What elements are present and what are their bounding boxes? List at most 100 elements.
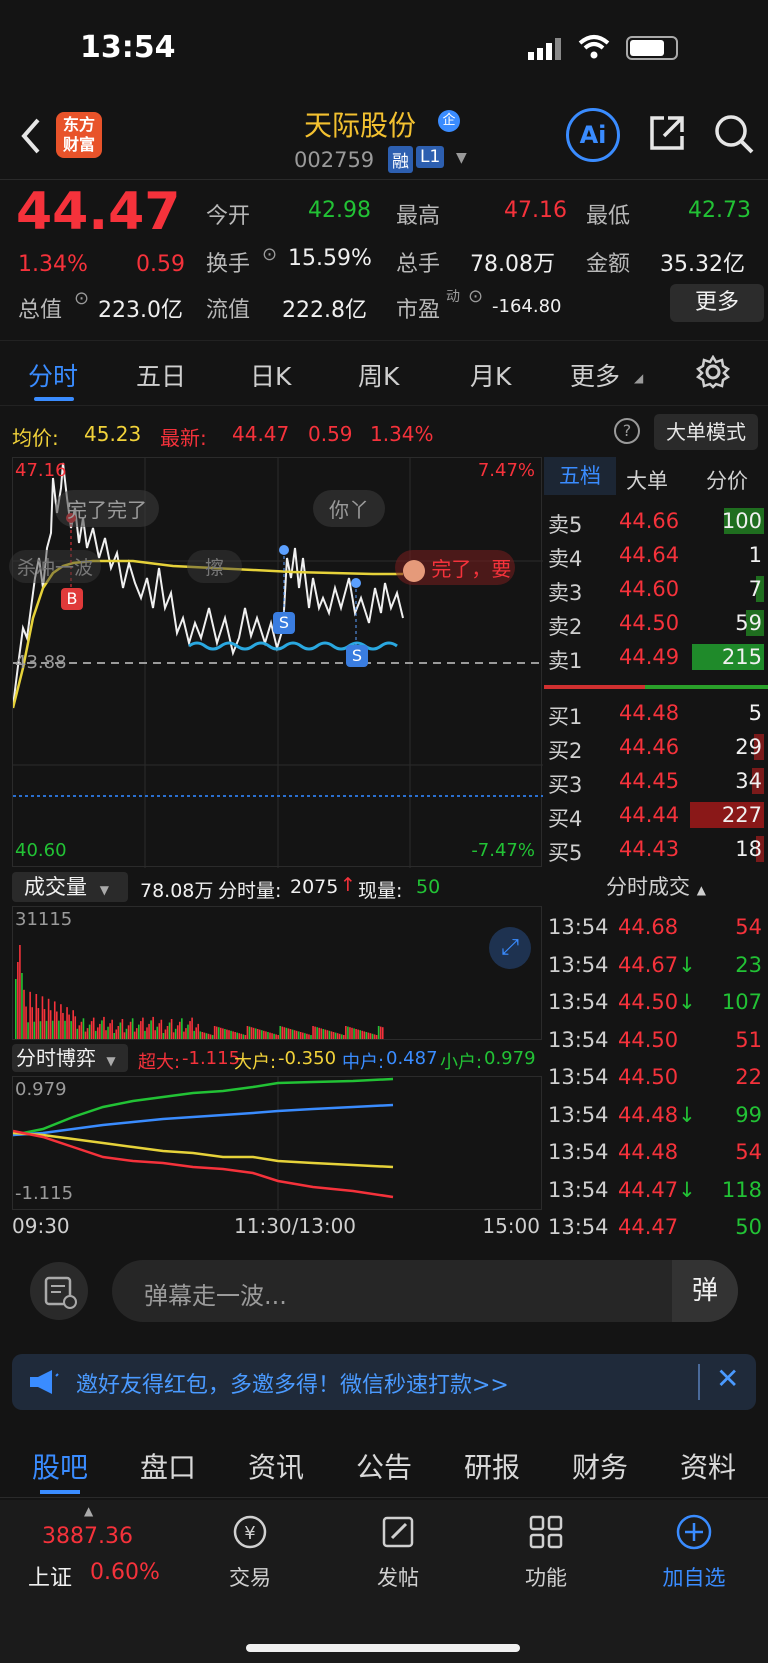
info-dots-icon[interactable]: ⊙ (74, 288, 89, 309)
index-pct[interactable]: 0.60% (90, 1560, 160, 1585)
bid-row: 买2 44.46 29 (544, 731, 768, 765)
tick-time: 13:54 (548, 915, 609, 939)
volume-indicator-select[interactable]: 成交量 ▼ (12, 872, 128, 902)
chart-tabs: 分时 五日 日K 周K 月K 更多 ◢ (0, 340, 768, 406)
intraday-chart[interactable]: B S S 47.16 7.47% 43.88 40.60 -7.47% 完了完… (9, 457, 543, 868)
volume-bar (103, 1016, 105, 1039)
avg-label: 均价: (12, 426, 59, 450)
tab-finance[interactable]: 财务 (572, 1446, 628, 1486)
fullscreen-expand-icon[interactable]: ⤢ (489, 927, 531, 969)
function-button[interactable]: 功能 (486, 1510, 606, 1592)
promo-banner[interactable]: 邀好友得红包，多邀多得！微信秒速打款>> ✕ (12, 1354, 756, 1410)
tab-research[interactable]: 研报 (464, 1446, 520, 1486)
last-label: 最新: (160, 426, 207, 450)
search-icon[interactable] (712, 112, 756, 160)
volume-bar (150, 1020, 152, 1039)
volume-bar (199, 1031, 202, 1039)
tab-news[interactable]: 资讯 (248, 1446, 304, 1486)
tab-handicap[interactable]: 盘口 (140, 1446, 196, 1486)
index-name[interactable]: 上证 (28, 1560, 72, 1592)
more-button[interactable]: 更多 (670, 284, 764, 322)
volume-bar (70, 1021, 72, 1039)
danmaku-input[interactable]: 弹幕走一波... 弹 (112, 1260, 738, 1322)
post-button[interactable]: 发帖 (338, 1510, 458, 1592)
volume-bar (197, 1023, 200, 1039)
tab-day-k[interactable]: 日K (250, 357, 291, 393)
ask-price: 44.66 (619, 509, 680, 533)
trade-button[interactable]: ¥ 交易 (190, 1510, 310, 1592)
share-icon[interactable] (646, 112, 688, 158)
settings-gear-icon[interactable] (695, 354, 731, 393)
volume-bar (236, 1032, 238, 1039)
bid-volume: 5 (748, 701, 762, 725)
tab-more[interactable]: 更多 (570, 357, 620, 393)
top-pct-label: 7.47% (477, 460, 535, 481)
banner-text: 邀好友得红包，多邀多得！微信秒速打款>> (76, 1373, 509, 1398)
bid-volume: 29 (735, 735, 762, 759)
tab-intraday[interactable]: 分时 (28, 357, 78, 393)
tab-big-orders[interactable]: 大单 (626, 465, 668, 495)
game-indicator-select[interactable]: 分时博弈 ▼ (12, 1044, 128, 1072)
close-icon[interactable]: ✕ (716, 1362, 739, 1395)
big-label: 大户: (234, 1052, 277, 1073)
time-start: 09:30 (12, 1214, 70, 1238)
home-indicator (246, 1644, 520, 1652)
capital-game-lines (13, 1077, 394, 1211)
buy-marker[interactable]: B (61, 588, 83, 610)
tab-profile[interactable]: 资料 (680, 1446, 736, 1486)
volume-bar (330, 1031, 333, 1039)
tab-month-k[interactable]: 月K (470, 357, 511, 393)
time-axis: 09:30 11:30/13:00 15:00 (12, 1212, 542, 1240)
tab-five-day[interactable]: 五日 (136, 357, 186, 393)
volume-bar (92, 1017, 95, 1039)
avg-value: 45.23 (84, 422, 142, 446)
caret-down-icon[interactable]: ▼ (456, 150, 467, 166)
tab-price-dist[interactable]: 分价 (706, 465, 748, 495)
tick-volume: 107 (721, 990, 762, 1014)
volume-bar (361, 1030, 364, 1039)
tab-forum[interactable]: 股吧 (32, 1446, 88, 1486)
ask-volume: 100 (721, 509, 762, 533)
tick-volume: 22 (735, 1065, 762, 1089)
ask-row: 卖1 44.49 215 (544, 641, 768, 675)
ask-price: 44.49 (619, 645, 680, 669)
volume-bar (343, 1035, 345, 1039)
capital-game-chart: 0.979 -1.115 (12, 1076, 542, 1211)
volume-bar (60, 1004, 62, 1039)
volume-bar (379, 1026, 382, 1039)
volume-bar (107, 1026, 109, 1039)
volume-bar (164, 1029, 167, 1039)
ticks-title[interactable]: 分时成交 ▲ (544, 871, 768, 901)
tab-week-k[interactable]: 周K (358, 357, 399, 393)
back-icon[interactable] (18, 116, 44, 160)
danmaku-send-button[interactable]: 弹 (672, 1260, 738, 1322)
info-dots-icon[interactable]: ⊙ (262, 244, 277, 265)
volume-bar (355, 1029, 357, 1039)
danmaku-text: 完了，要 (431, 557, 512, 581)
svg-text:¥: ¥ (244, 1523, 255, 1544)
help-icon[interactable]: ? (614, 418, 640, 444)
ai-button[interactable]: Ai (566, 108, 620, 162)
big-order-mode-button[interactable]: 大单模式 (654, 414, 758, 450)
amount-label: 金额 (586, 252, 631, 277)
volume-bar (306, 1033, 308, 1039)
sell-marker[interactable]: S (273, 612, 295, 634)
volume-bar (287, 1028, 290, 1039)
info-dots-icon[interactable]: ⊙ (468, 286, 483, 307)
volume-bar (295, 1030, 298, 1039)
tab-five-levels[interactable]: 五档 (544, 457, 616, 495)
capital-game-header: 分时博弈 ▼ 超大: -1.115 大户: -0.350 中户: 0.487 小… (12, 1042, 542, 1076)
volume-bar (215, 1026, 218, 1039)
tab-notices[interactable]: 公告 (356, 1446, 412, 1486)
level-tag[interactable]: L1 (416, 146, 445, 168)
index-value[interactable]: 3887.36 (42, 1524, 133, 1549)
cur-volume: 50 (416, 876, 441, 898)
volume-bars (15, 945, 384, 1039)
sell-marker[interactable]: S (346, 645, 368, 667)
add-watchlist-button[interactable]: 加自选 (634, 1510, 754, 1592)
danmaku-settings-icon[interactable] (30, 1262, 88, 1320)
volume-bar (72, 1010, 74, 1039)
tick-time: 13:54 (548, 1140, 609, 1164)
volume-bar (222, 1028, 224, 1039)
volume-bar (105, 1030, 107, 1039)
